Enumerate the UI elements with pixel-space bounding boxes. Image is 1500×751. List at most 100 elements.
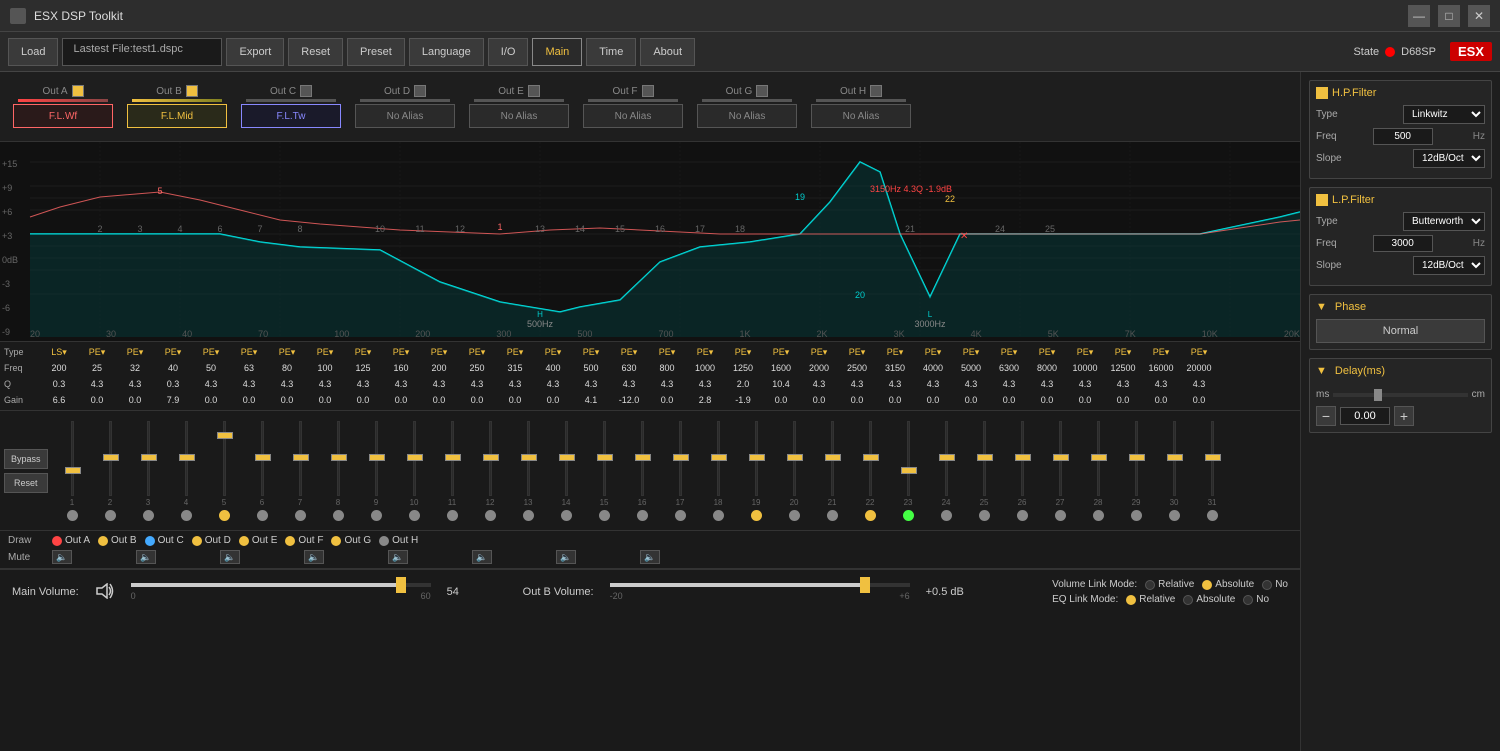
mute-icon-e[interactable]: 🔈	[388, 550, 408, 564]
eq-type-9[interactable]: PE▾	[382, 347, 420, 358]
fader-handle-31[interactable]	[1205, 454, 1221, 461]
eq-type-15[interactable]: PE▾	[610, 347, 648, 358]
fader-track-3[interactable]	[147, 421, 150, 496]
delay-plus-button[interactable]: +	[1394, 406, 1414, 426]
close-button[interactable]: ✕	[1468, 5, 1490, 27]
fader-track-16[interactable]	[641, 421, 644, 496]
fader-handle-29[interactable]	[1129, 454, 1145, 461]
eq-type-5[interactable]: PE▾	[230, 347, 268, 358]
preset-button[interactable]: Preset	[347, 38, 405, 66]
fader-dot-3[interactable]	[143, 510, 154, 521]
eq-type-20[interactable]: PE▾	[800, 347, 838, 358]
fader-dot-18[interactable]	[713, 510, 724, 521]
fader-handle-13[interactable]	[521, 454, 537, 461]
fader-handle-17[interactable]	[673, 454, 689, 461]
eq-type-8[interactable]: PE▾	[344, 347, 382, 358]
eq-type-18[interactable]: PE▾	[724, 347, 762, 358]
fader-handle-7[interactable]	[293, 454, 309, 461]
fader-track-23[interactable]	[907, 421, 910, 496]
fader-dot-14[interactable]	[561, 510, 572, 521]
channel-g-checkbox[interactable]	[756, 85, 768, 97]
minimize-button[interactable]: —	[1408, 5, 1430, 27]
eq-type-29[interactable]: PE▾	[1142, 347, 1180, 358]
fader-handle-14[interactable]	[559, 454, 575, 461]
eq-no-radio[interactable]	[1243, 595, 1253, 605]
channel-h-checkbox[interactable]	[870, 85, 882, 97]
channel-c-btn[interactable]: F.L.Tw	[241, 104, 341, 128]
fader-handle-24[interactable]	[939, 454, 955, 461]
hp-type-select[interactable]: Linkwitz Butterworth Bessel	[1403, 105, 1485, 124]
eq-type-2[interactable]: PE▾	[116, 347, 154, 358]
channel-b-checkbox[interactable]	[186, 85, 198, 97]
channel-h-btn[interactable]: No Alias	[811, 104, 911, 128]
eq-type-23[interactable]: PE▾	[914, 347, 952, 358]
fader-track-8[interactable]	[337, 421, 340, 496]
fader-track-5[interactable]	[223, 421, 226, 496]
mute-icon-b[interactable]: 🔈	[136, 550, 156, 564]
fader-dot-20[interactable]	[789, 510, 800, 521]
lp-freq-value[interactable]: 3000	[1373, 235, 1433, 252]
eq-type-7[interactable]: PE▾	[306, 347, 344, 358]
eq-absolute-radio[interactable]	[1183, 595, 1193, 605]
eq-type-28[interactable]: PE▾	[1104, 347, 1142, 358]
reset-button[interactable]: Reset	[288, 38, 343, 66]
draw-out-g[interactable]: Out G	[331, 535, 371, 546]
fader-handle-27[interactable]	[1053, 454, 1069, 461]
fader-track-12[interactable]	[489, 421, 492, 496]
fader-track-15[interactable]	[603, 421, 606, 496]
phase-button[interactable]: Normal	[1316, 319, 1485, 343]
volume-relative-radio[interactable]	[1145, 580, 1155, 590]
eq-type-10[interactable]: PE▾	[420, 347, 458, 358]
fader-handle-23[interactable]	[901, 467, 917, 474]
fader-track-29[interactable]	[1135, 421, 1138, 496]
fader-handle-18[interactable]	[711, 454, 727, 461]
fader-track-20[interactable]	[793, 421, 796, 496]
channel-d-btn[interactable]: No Alias	[355, 104, 455, 128]
io-button[interactable]: I/O	[488, 38, 529, 66]
channel-a-btn[interactable]: F.L.Wf	[13, 104, 113, 128]
eq-type-12[interactable]: PE▾	[496, 347, 534, 358]
hp-slope-select[interactable]: 12dB/Oct 24dB/Oct 48dB/Oct	[1413, 149, 1485, 168]
fader-dot-30[interactable]	[1169, 510, 1180, 521]
delay-thumb[interactable]	[1374, 389, 1382, 401]
mute-icon-g[interactable]: 🔈	[556, 550, 576, 564]
fader-track-26[interactable]	[1021, 421, 1024, 496]
volume-link-relative[interactable]: Relative	[1145, 579, 1194, 590]
eq-type-26[interactable]: PE▾	[1028, 347, 1066, 358]
volume-link-no[interactable]: No	[1262, 579, 1288, 590]
eq-type-30[interactable]: PE▾	[1180, 347, 1218, 358]
fader-track-14[interactable]	[565, 421, 568, 496]
fader-handle-8[interactable]	[331, 454, 347, 461]
delay-track[interactable]	[1333, 393, 1467, 397]
fader-handle-20[interactable]	[787, 454, 803, 461]
fader-dot-29[interactable]	[1131, 510, 1142, 521]
eq-type-0[interactable]: LS▾	[40, 347, 78, 358]
bypass-button[interactable]: Bypass	[4, 449, 48, 469]
fader-dot-17[interactable]	[675, 510, 686, 521]
out-volume-thumb[interactable]	[860, 577, 870, 593]
eq-type-16[interactable]: PE▾	[648, 347, 686, 358]
channel-f-checkbox[interactable]	[642, 85, 654, 97]
draw-out-e[interactable]: Out E	[239, 535, 278, 546]
fader-track-28[interactable]	[1097, 421, 1100, 496]
eq-graph[interactable]: +15 +9 +6 +3 0dB -3 -6 -9 -15	[0, 142, 1300, 342]
fader-track-17[interactable]	[679, 421, 682, 496]
fader-dot-8[interactable]	[333, 510, 344, 521]
eq-type-21[interactable]: PE▾	[838, 347, 876, 358]
volume-no-radio[interactable]	[1262, 580, 1272, 590]
main-button[interactable]: Main	[532, 38, 582, 66]
fader-dot-9[interactable]	[371, 510, 382, 521]
fader-track-30[interactable]	[1173, 421, 1176, 496]
channel-g-btn[interactable]: No Alias	[697, 104, 797, 128]
channel-c-checkbox[interactable]	[300, 85, 312, 97]
fader-dot-11[interactable]	[447, 510, 458, 521]
fader-dot-12[interactable]	[485, 510, 496, 521]
fader-handle-6[interactable]	[255, 454, 271, 461]
fader-track-7[interactable]	[299, 421, 302, 496]
time-button[interactable]: Time	[586, 38, 636, 66]
mute-icon-f[interactable]: 🔈	[472, 550, 492, 564]
fader-track-24[interactable]	[945, 421, 948, 496]
lp-type-select[interactable]: Butterworth Linkwitz Bessel	[1403, 212, 1485, 231]
fader-dot-25[interactable]	[979, 510, 990, 521]
fader-dot-5[interactable]	[219, 510, 230, 521]
